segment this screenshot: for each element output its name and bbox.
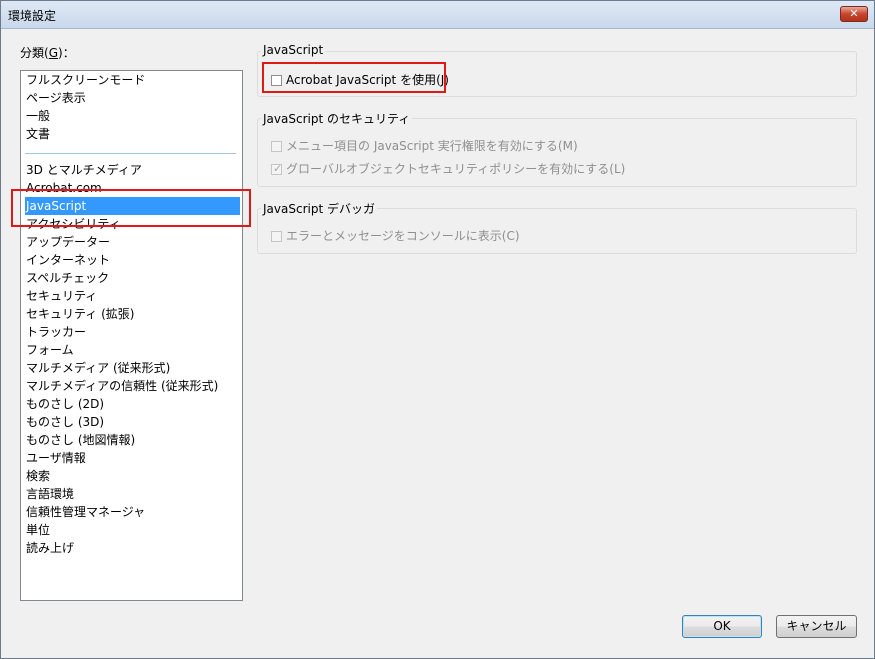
list-item[interactable]: アップデーター <box>25 233 240 251</box>
list-item[interactable]: フォーム <box>25 341 240 359</box>
group-title-security: JavaScript のセキュリティ <box>261 110 413 127</box>
list-item[interactable]: ものさし (2D) <box>25 395 240 413</box>
highlight-box-checkbox <box>262 62 446 93</box>
checkbox-icon[interactable] <box>271 231 282 242</box>
list-item[interactable]: 文書 <box>25 125 240 143</box>
list-item[interactable]: ページ表示 <box>25 89 240 107</box>
list-item[interactable]: マルチメディアの信頼性 (従来形式) <box>25 377 240 395</box>
list-item[interactable]: マルチメディア (従来形式) <box>25 359 240 377</box>
list-separator <box>25 153 236 154</box>
global-object-policy-label: グローバルオブジェクトセキュリティポリシーを有効にする(L) <box>286 162 626 176</box>
list-item[interactable]: ユーザ情報 <box>25 449 240 467</box>
list-item[interactable]: セキュリティ (拡張) <box>25 305 240 323</box>
javascript-security-group: JavaScript のセキュリティ メニュー項目の JavaScript 実行… <box>257 110 857 187</box>
list-item[interactable]: フルスクリーンモード <box>25 71 240 89</box>
list-item[interactable]: スペルチェック <box>25 269 240 287</box>
list-item[interactable]: 信頼性管理マネージャ <box>25 503 240 521</box>
list-item[interactable]: 読み上げ <box>25 539 240 557</box>
menu-item-permission-label: メニュー項目の JavaScript 実行権限を有効にする(M) <box>286 139 578 153</box>
ok-button[interactable]: OK <box>682 615 762 638</box>
list-item[interactable]: 検索 <box>25 467 240 485</box>
group-title-debugger: JavaScript デバッガ <box>261 200 377 217</box>
title-bar: 環境設定 ✕ <box>1 1 874 29</box>
list-item[interactable]: 3D とマルチメディア <box>25 161 240 179</box>
checkbox-checked-icon[interactable]: ✓ <box>271 162 282 175</box>
group-title-javascript: JavaScript <box>261 43 326 57</box>
category-label: 分類(G)： <box>20 46 75 60</box>
cancel-button[interactable]: キャンセル <box>776 615 857 638</box>
global-object-policy-checkbox[interactable]: ✓ グローバルオブジェクトセキュリティポリシーを有効にする(L) <box>271 160 625 177</box>
preferences-dialog: 環境設定 ✕ 分類(G)： フルスクリーンモード ページ表示 一般 文書 3D とマル… <box>0 0 875 659</box>
close-icon: ✕ <box>849 7 859 20</box>
list-item[interactable]: 単位 <box>25 521 240 539</box>
list-item[interactable]: 一般 <box>25 107 240 125</box>
close-button[interactable]: ✕ <box>840 6 868 22</box>
category-list[interactable]: フルスクリーンモード ページ表示 一般 文書 3D とマルチメディア Acrobat.c… <box>20 70 243 601</box>
list-item[interactable]: セキュリティ <box>25 287 240 305</box>
javascript-debugger-group: JavaScript デバッガ エラーとメッセージをコンソールに表示(C) <box>257 200 857 254</box>
list-item[interactable]: ものさし (3D) <box>25 413 240 431</box>
list-item[interactable]: トラッカー <box>25 323 240 341</box>
console-output-checkbox[interactable]: エラーとメッセージをコンソールに表示(C) <box>271 227 520 244</box>
console-output-label: エラーとメッセージをコンソールに表示(C) <box>286 229 520 243</box>
list-item[interactable]: インターネット <box>25 251 240 269</box>
checkbox-icon[interactable] <box>271 141 282 152</box>
list-item[interactable]: ものさし (地図情報) <box>25 431 240 449</box>
highlight-box-list <box>11 189 251 227</box>
window-title: 環境設定 <box>8 9 57 23</box>
menu-item-permission-checkbox[interactable]: メニュー項目の JavaScript 実行権限を有効にする(M) <box>271 137 578 154</box>
list-item[interactable]: 言語環境 <box>25 485 240 503</box>
